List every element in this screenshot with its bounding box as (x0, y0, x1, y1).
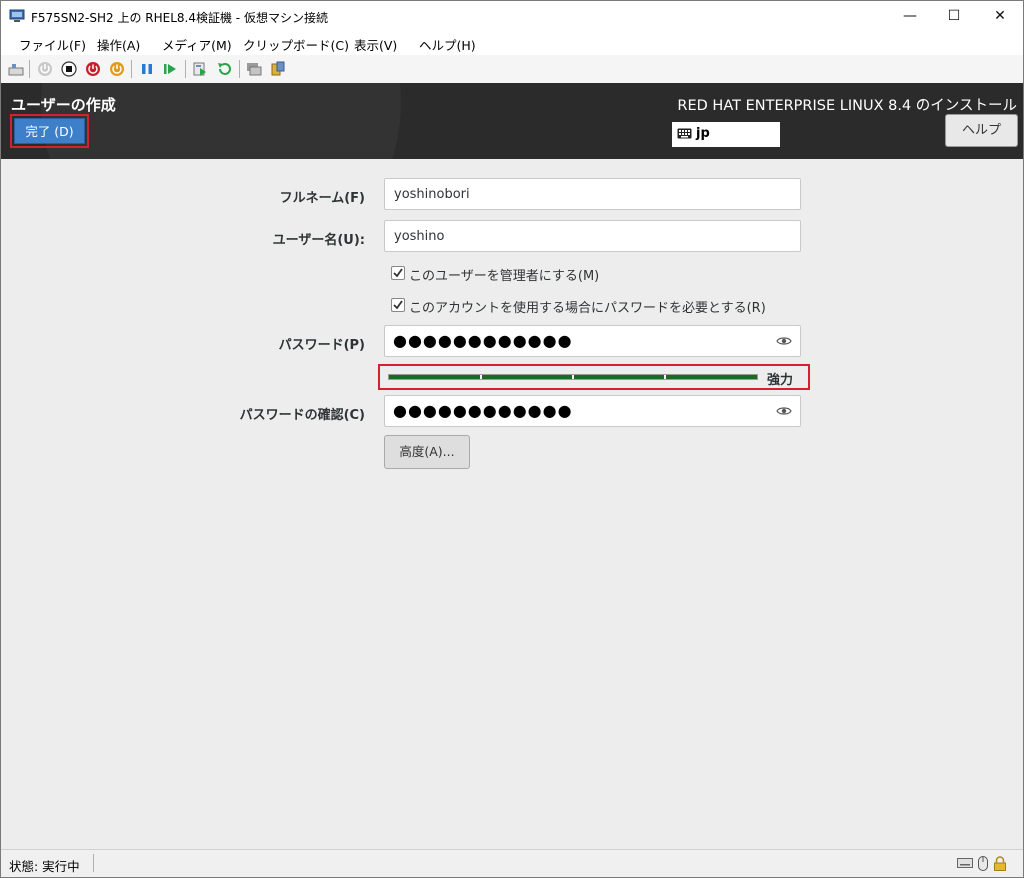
toolbar-separator (239, 60, 240, 78)
require-password-label[interactable]: このアカウントを使用する場合にパスワードを必要とする(R) (409, 297, 766, 316)
resume-icon[interactable] (162, 61, 178, 77)
shutdown-icon[interactable] (85, 61, 101, 77)
toolbar-separator (29, 60, 30, 78)
minimize-button[interactable]: — (887, 1, 933, 31)
username-label: ユーザー名(U): (272, 233, 365, 248)
username-value: yoshino (394, 229, 445, 244)
installer-header: ユーザーの作成 完了 (D) RED HAT ENTERPRISE LINUX … (1, 83, 1023, 159)
password-strength-meter (388, 374, 758, 380)
toolbar (1, 55, 1023, 84)
done-button[interactable]: 完了 (D) (14, 118, 85, 144)
enhanced-session-icon[interactable] (246, 61, 262, 77)
done-button-highlight: 完了 (D) (10, 114, 89, 148)
checkpoint-icon[interactable] (192, 61, 208, 77)
title-bar: F575SN2-SH2 上の RHEL8.4検証機 - 仮想マシン接続 — ☐ … (1, 1, 1023, 31)
fullname-label: フルネーム(F) (279, 191, 365, 206)
fullname-value: yoshinobori (394, 187, 470, 202)
username-field[interactable]: yoshino (384, 220, 801, 252)
strength-divider (572, 375, 574, 379)
check-icon (393, 268, 403, 278)
advanced-button[interactable]: 高度(A)... (384, 435, 470, 469)
help-button[interactable]: ヘルプ (945, 114, 1018, 147)
share-icon[interactable] (270, 61, 286, 77)
toolbar-separator (131, 60, 132, 78)
password-strength-highlight: 強力 (378, 364, 810, 390)
show-password-icon[interactable] (776, 405, 792, 417)
confirm-password-field[interactable]: ●●●●●●●●●●●● (384, 395, 801, 427)
start-icon[interactable] (37, 61, 53, 77)
vm-screen[interactable]: ユーザーの作成 完了 (D) RED HAT ENTERPRISE LINUX … (1, 83, 1023, 849)
strength-divider (664, 375, 666, 379)
turn-off-icon[interactable] (61, 61, 77, 77)
require-password-checkbox[interactable] (391, 298, 405, 312)
pause-icon[interactable] (139, 61, 155, 77)
password-label: パスワード(P) (278, 338, 365, 353)
status-separator (93, 854, 94, 872)
lock-icon (994, 856, 1006, 871)
password-field[interactable]: ●●●●●●●●●●●● (384, 325, 801, 357)
fullname-field[interactable]: yoshinobori (384, 178, 801, 210)
menu-action[interactable]: 操作(A) (97, 35, 140, 54)
vm-connection-icon (9, 9, 25, 22)
check-icon (393, 300, 403, 310)
password-strength-label: 強力 (767, 373, 794, 388)
menu-help[interactable]: ヘルプ(H) (419, 35, 476, 54)
close-button[interactable]: ✕ (977, 1, 1023, 31)
admin-checkbox-label[interactable]: このユーザーを管理者にする(M) (409, 265, 599, 284)
menu-file[interactable]: ファイル(F) (19, 35, 86, 54)
menu-view[interactable]: 表示(V) (354, 35, 397, 54)
mouse-status-icon (978, 856, 988, 871)
keyboard-status-icon (957, 858, 973, 868)
menu-clipboard[interactable]: クリップボード(C) (243, 35, 349, 54)
keyboard-layout-label: jp (696, 126, 710, 141)
vm-connection-window: F575SN2-SH2 上の RHEL8.4検証機 - 仮想マシン接続 — ☐ … (0, 0, 1024, 878)
product-title: RED HAT ENTERPRISE LINUX 8.4 のインストール (677, 98, 1017, 114)
window-title: F575SN2-SH2 上の RHEL8.4検証機 - 仮想マシン接続 (31, 11, 328, 25)
confirm-password-mask: ●●●●●●●●●●●● (393, 401, 573, 420)
ctrl-alt-del-icon[interactable] (8, 61, 24, 77)
save-state-icon[interactable] (109, 61, 125, 77)
admin-checkbox[interactable] (391, 266, 405, 280)
status-text: 状態: 実行中 (9, 859, 80, 874)
maximize-button[interactable]: ☐ (931, 1, 977, 31)
keyboard-icon (677, 128, 692, 139)
revert-icon[interactable] (216, 61, 232, 77)
menu-bar: ファイル(F) 操作(A) メディア(M) クリップボード(C) 表示(V) ヘ… (1, 31, 1023, 55)
password-mask: ●●●●●●●●●●●● (393, 331, 573, 350)
show-password-icon[interactable] (776, 335, 792, 347)
confirm-password-label: パスワードの確認(C) (239, 408, 365, 423)
toolbar-separator (185, 60, 186, 78)
status-bar: 状態: 実行中 (1, 849, 1023, 877)
keyboard-layout-indicator[interactable]: jp (672, 122, 780, 147)
menu-media[interactable]: メディア(M) (162, 35, 232, 54)
page-title: ユーザーの作成 (11, 96, 116, 114)
strength-divider (480, 375, 482, 379)
